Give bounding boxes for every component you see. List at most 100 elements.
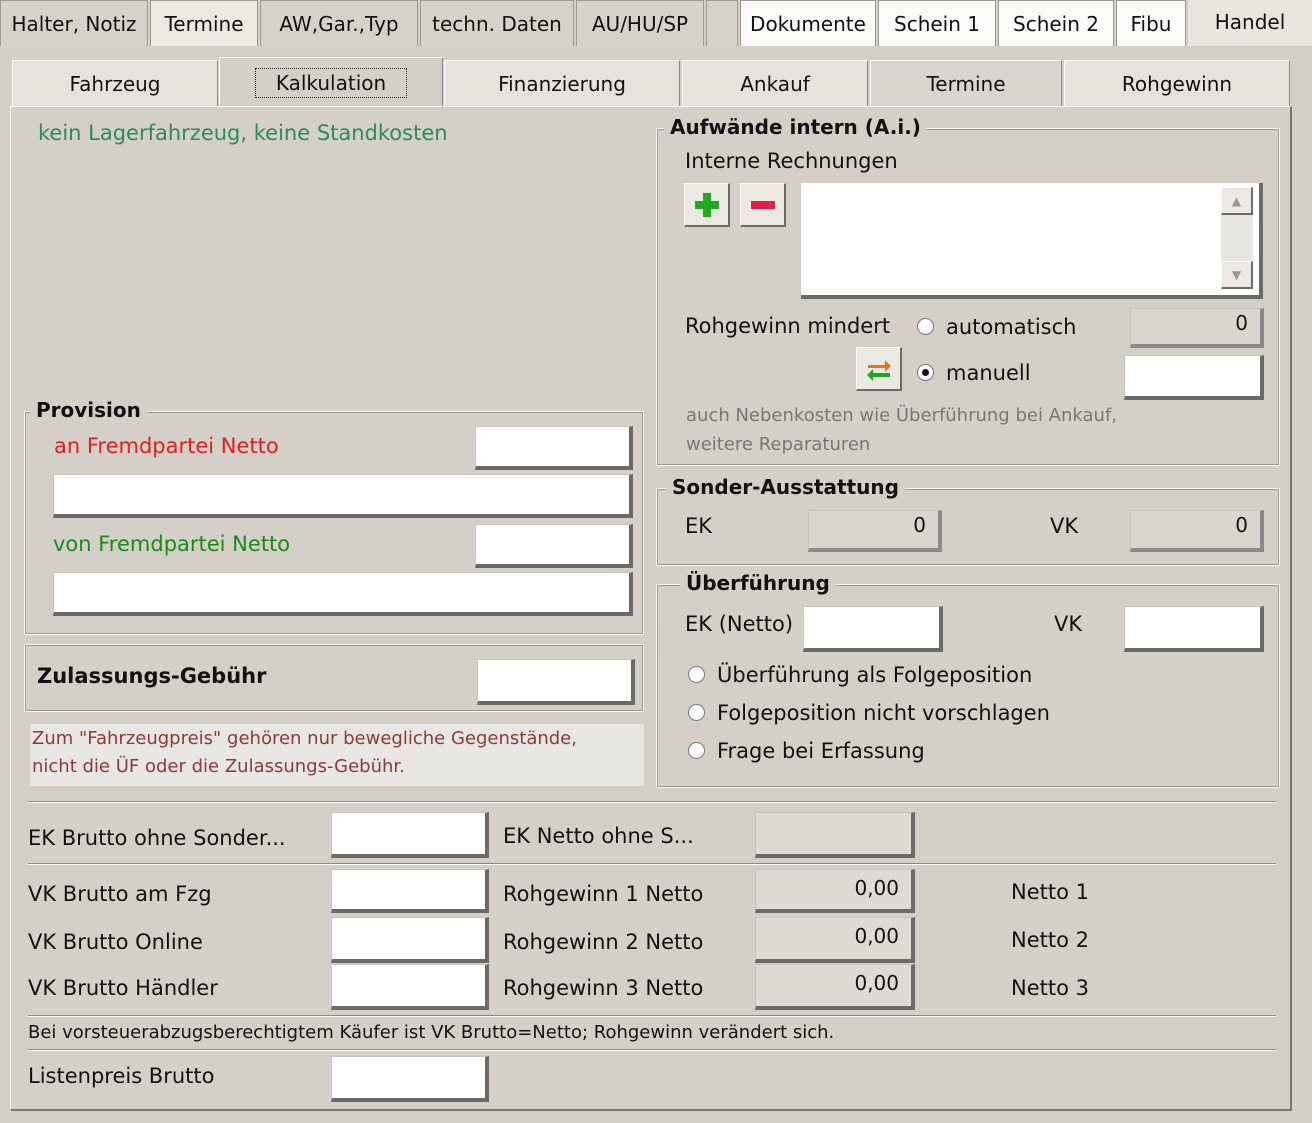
netto1-label: Netto 1 (1011, 880, 1089, 904)
tab-label: Schein 2 (1013, 11, 1099, 36)
tab-handel[interactable]: Handel (1188, 0, 1312, 46)
tab-rohgewinn[interactable]: Rohgewinn (1064, 60, 1290, 107)
radio-frage-label: Frage bei Erfassung (717, 739, 925, 763)
ek-netto-label: EK Netto ohne S... (503, 824, 694, 848)
radio-automatisch[interactable] (917, 318, 934, 335)
ek-brutto-label: EK Brutto ohne Sonder... (28, 826, 286, 850)
ek-brutto-field[interactable] (331, 812, 489, 858)
vk-haendler-field[interactable] (331, 964, 489, 1010)
tab-label: Termine (164, 11, 244, 36)
manual-value-field[interactable] (1124, 355, 1264, 400)
tab-label: Fibu (1130, 11, 1172, 36)
from-third-party-text[interactable] (53, 572, 633, 616)
vk-online-field[interactable] (331, 917, 489, 963)
vk-online-label: VK Brutto Online (28, 930, 203, 954)
tab-label: Rohgewinn (1121, 72, 1233, 96)
to-third-party-amount[interactable] (475, 426, 633, 470)
tab-dokumente[interactable]: Dokumente (740, 0, 876, 46)
listenpreis-label: Listenpreis Brutto (28, 1064, 215, 1088)
tab-termine-top[interactable]: Termine (150, 0, 258, 46)
separator (28, 863, 1276, 865)
fahrzeugpreis-note: Zum "Fahrzeugpreis" gehören nur beweglic… (30, 724, 644, 786)
internal-invoices-label: Interne Rechnungen (685, 149, 898, 173)
sonder-title: Sonder-Ausstattung (666, 475, 905, 499)
remove-button[interactable] (740, 183, 786, 227)
tab-label: Schein 1 (894, 11, 980, 36)
radio-nicht-vorschlagen[interactable] (688, 704, 705, 721)
auto-value-field: 0 (1130, 308, 1264, 348)
rg2-field: 0,00 (755, 917, 915, 963)
rg1-field: 0,00 (755, 869, 915, 913)
vk-haendler-label: VK Brutto Händler (28, 976, 218, 1000)
tab-label: Fahrzeug (69, 72, 161, 96)
radio-frage[interactable] (688, 742, 705, 759)
scrollbar[interactable]: ▲ ▼ (1221, 187, 1253, 289)
rg2-label: Rohgewinn 2 Netto (503, 930, 704, 954)
rg3-field: 0,00 (755, 964, 915, 1010)
tab-fibu[interactable]: Fibu (1116, 0, 1186, 46)
minus-icon (750, 200, 775, 209)
tab-schein-2[interactable]: Schein 2 (998, 0, 1114, 46)
sonder-vk-label: VK (1050, 514, 1079, 538)
to-third-party-text[interactable] (53, 474, 633, 518)
tab-label: Ankauf (740, 72, 810, 96)
separator (28, 801, 1276, 803)
ek-netto-field (755, 812, 915, 858)
from-third-party-amount[interactable] (475, 524, 633, 568)
tab-kalkulation[interactable]: Kalkulation (219, 57, 443, 108)
tab-schein-1[interactable]: Schein 1 (878, 0, 996, 46)
tab-label: Finanzierung (498, 72, 626, 96)
tab-label: Termine (926, 72, 1006, 96)
uf-vk-label: VK (1054, 612, 1083, 636)
listenpreis-field[interactable] (331, 1056, 489, 1102)
radio-automatisch-label: automatisch (946, 315, 1077, 339)
rg3-label: Rohgewinn 3 Netto (503, 976, 704, 1000)
add-button[interactable] (684, 183, 730, 227)
scroll-down-icon[interactable]: ▼ (1221, 261, 1253, 289)
tab-finanzierung[interactable]: Finanzierung (444, 60, 680, 107)
tab-label: Handel (1214, 10, 1286, 34)
tab-empty[interactable] (706, 0, 738, 46)
radio-manuell[interactable] (917, 364, 934, 381)
status-text: kein Lagerfahrzeug, keine Standkosten (38, 121, 448, 145)
aufwaende-note-1: auch Nebenkosten wie Überführung bei Ank… (686, 405, 1118, 426)
scroll-up-icon[interactable]: ▲ (1221, 187, 1253, 215)
tab-label: Kalkulation (254, 68, 408, 98)
plus-icon (694, 192, 719, 217)
tab-termine[interactable]: Termine (870, 60, 1062, 107)
separator (28, 1015, 1276, 1017)
fahrzeugpreis-note-2: nicht die ÜF oder die Zulassungs-Gebühr. (32, 756, 405, 777)
vk-fzg-field[interactable] (331, 869, 489, 913)
zulassung-field[interactable] (477, 659, 635, 705)
uf-vk-field[interactable] (1124, 606, 1264, 652)
tab-halter-notiz[interactable]: Halter, Notiz (0, 0, 148, 46)
netto2-label: Netto 2 (1011, 928, 1089, 952)
zulassung-label: Zulassungs-Gebühr (37, 664, 267, 688)
separator (28, 1049, 1276, 1051)
uf-ek-label: EK (Netto) (685, 612, 794, 636)
radio-folgeposition-label: Überführung als Folgeposition (717, 663, 1033, 687)
tab-ankauf[interactable]: Ankauf (682, 60, 868, 107)
tab-label: techn. Daten (432, 11, 562, 36)
vk-fzg-label: VK Brutto am Fzg (28, 882, 212, 906)
from-third-party-label: von Fremdpartei Netto (53, 532, 291, 556)
tab-fahrzeug[interactable]: Fahrzeug (12, 60, 218, 107)
tab-label: Dokumente (750, 11, 866, 36)
radio-manuell-label: manuell (946, 361, 1031, 385)
sonder-vk-field: 0 (1130, 510, 1264, 552)
tab-label: AW,Gar.,Typ (279, 11, 399, 36)
rg1-label: Rohgewinn 1 Netto (503, 882, 704, 906)
tab-techn-daten[interactable]: techn. Daten (420, 0, 574, 46)
internal-invoices-list[interactable]: ▲ ▼ (801, 183, 1263, 299)
reduces-label: Rohgewinn mindert (685, 314, 891, 338)
sonder-ek-field: 0 (808, 510, 942, 552)
aufwaende-title: Aufwände intern (A.i.) (664, 115, 927, 139)
to-third-party-label: an Fremdpartei Netto (54, 434, 279, 458)
radio-folgeposition[interactable] (688, 666, 705, 683)
tab-aw-gar-typ[interactable]: AW,Gar.,Typ (260, 0, 418, 46)
uf-ek-field[interactable] (803, 606, 943, 652)
fahrzeugpreis-note-1: Zum "Fahrzeugpreis" gehören nur beweglic… (32, 728, 577, 749)
swap-button[interactable] (856, 347, 902, 391)
netto3-label: Netto 3 (1011, 976, 1089, 1000)
tab-au-hu-sp[interactable]: AU/HU/SP (576, 0, 704, 46)
